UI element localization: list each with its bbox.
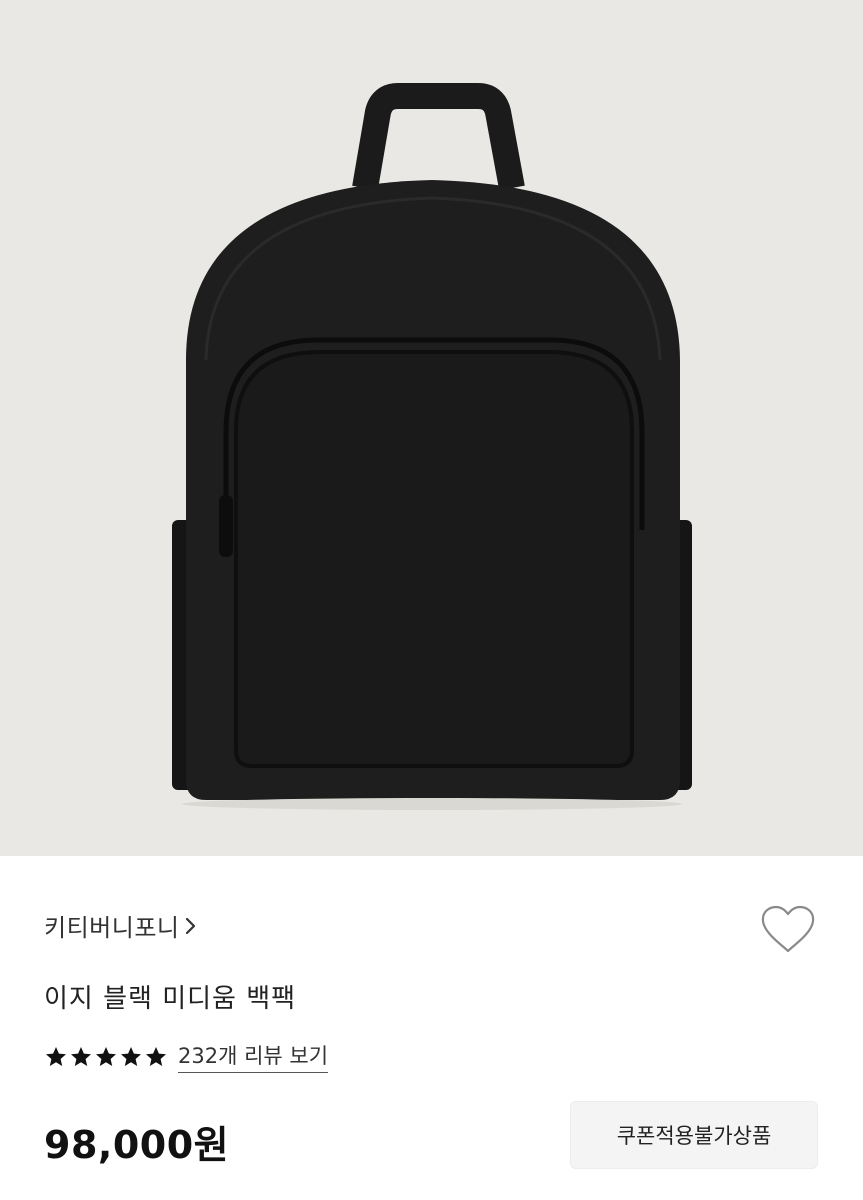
chevron-right-icon xyxy=(186,917,196,934)
star-filled-icon xyxy=(71,1046,91,1066)
star-filled-icon xyxy=(121,1046,141,1066)
star-filled-icon xyxy=(46,1046,66,1066)
product-title: 이지 블랙 미디움 백팩 xyxy=(44,984,297,1014)
heart-outline-icon xyxy=(761,905,815,953)
product-info-panel: 키티버니포니 이지 블랙 미디움 백팩 232개 리뷰 보기 98,000원 쿠… xyxy=(0,856,863,1200)
rating-row: 232개 리뷰 보기 xyxy=(44,1040,329,1073)
star-filled-icon xyxy=(96,1046,116,1066)
brand-link[interactable]: 키티버니포니 xyxy=(44,908,199,943)
star-rating xyxy=(44,1045,168,1069)
coupon-unavailable-badge: 쿠폰적용불가상품 xyxy=(570,1101,818,1169)
product-image[interactable] xyxy=(0,0,863,856)
product-price: 98,000원 xyxy=(44,1123,230,1167)
wishlist-button[interactable] xyxy=(758,904,818,956)
product-detail-page: 키티버니포니 이지 블랙 미디움 백팩 232개 리뷰 보기 98,000원 쿠… xyxy=(0,0,863,1200)
bag-shadow xyxy=(182,798,682,810)
review-link[interactable]: 232개 리뷰 보기 xyxy=(178,1040,329,1073)
backpack-illustration xyxy=(172,83,692,810)
zipper-pull xyxy=(219,495,233,557)
star-filled-icon xyxy=(146,1046,166,1066)
brand-name[interactable]: 키티버니포니 xyxy=(44,908,179,943)
bag-front-pocket xyxy=(234,350,634,768)
bag-handle xyxy=(352,83,525,191)
